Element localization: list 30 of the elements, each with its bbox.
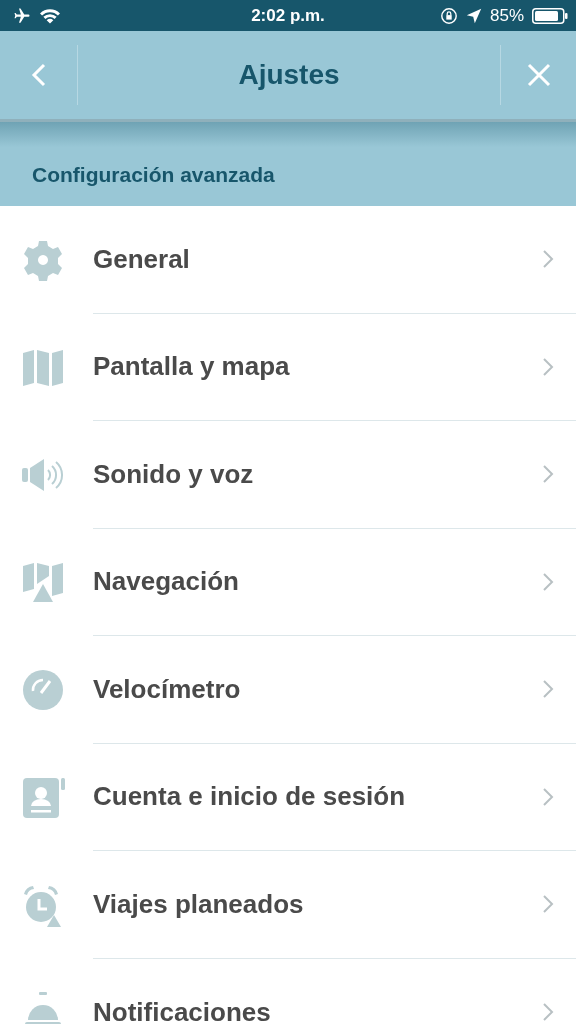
row-label: Navegación <box>93 565 240 599</box>
navigation-icon <box>20 560 65 605</box>
row-label: Velocímetro <box>93 672 242 706</box>
close-icon <box>525 62 552 88</box>
status-time: 2:02 p.m. <box>251 4 325 27</box>
chevron-right-icon <box>542 571 554 592</box>
chevron-right-icon <box>542 464 554 485</box>
chevron-right-icon <box>542 679 554 700</box>
section-title: Configuración avanzada <box>32 161 275 188</box>
location-arrow-icon <box>465 7 482 24</box>
chevron-right-icon <box>542 1002 554 1023</box>
row-label: Sonido y voz <box>93 457 255 491</box>
chevron-right-icon <box>542 786 554 807</box>
wifi-icon <box>40 7 60 24</box>
chevron-right-icon <box>542 356 554 377</box>
row-label: Viajes planeados <box>93 887 305 921</box>
battery-percent: 85% <box>489 4 524 27</box>
row-label: Pantalla y mapa <box>93 350 291 384</box>
row-label: General <box>93 242 191 276</box>
back-chevron-icon <box>29 62 48 88</box>
rotation-lock-icon <box>439 6 458 25</box>
chevron-right-icon <box>542 894 554 915</box>
row-label: Cuenta e inicio de sesión <box>93 780 407 814</box>
battery-icon <box>532 7 568 24</box>
chevron-right-icon <box>542 249 554 270</box>
speedometer-icon <box>20 667 65 712</box>
row-label: Notificaciones <box>93 995 272 1024</box>
page-title: Ajustes <box>237 58 341 92</box>
contact-card-icon <box>20 775 65 820</box>
airplane-icon <box>12 6 32 25</box>
